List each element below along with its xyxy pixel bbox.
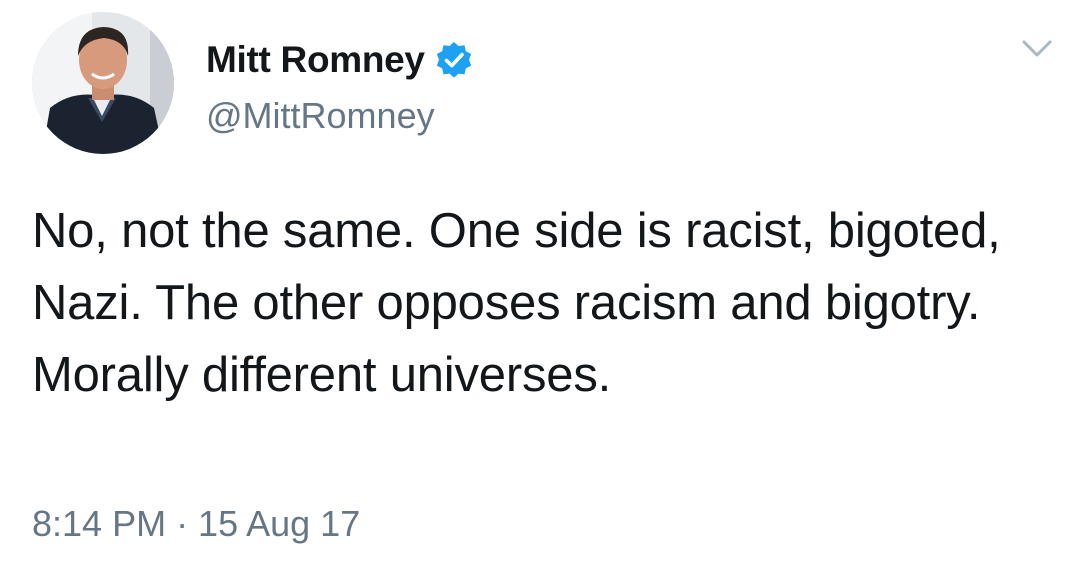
tweet-text: No, not the same. One side is racist, bi… [32,204,1001,402]
verified-badge-icon [434,40,474,80]
author-handle[interactable]: @MittRomney [206,94,435,138]
chevron-down-icon[interactable] [1019,36,1055,62]
avatar[interactable] [32,12,174,154]
tweet-timestamp[interactable]: 8:14 PM · 15 Aug 17 [32,500,360,548]
author-display-name[interactable]: Mitt Romney [206,38,425,82]
tweet-card: Mitt Romney @MittRomney No, not the same… [0,0,1080,569]
author-name-row: Mitt Romney [206,38,474,82]
avatar-photo [32,12,174,154]
